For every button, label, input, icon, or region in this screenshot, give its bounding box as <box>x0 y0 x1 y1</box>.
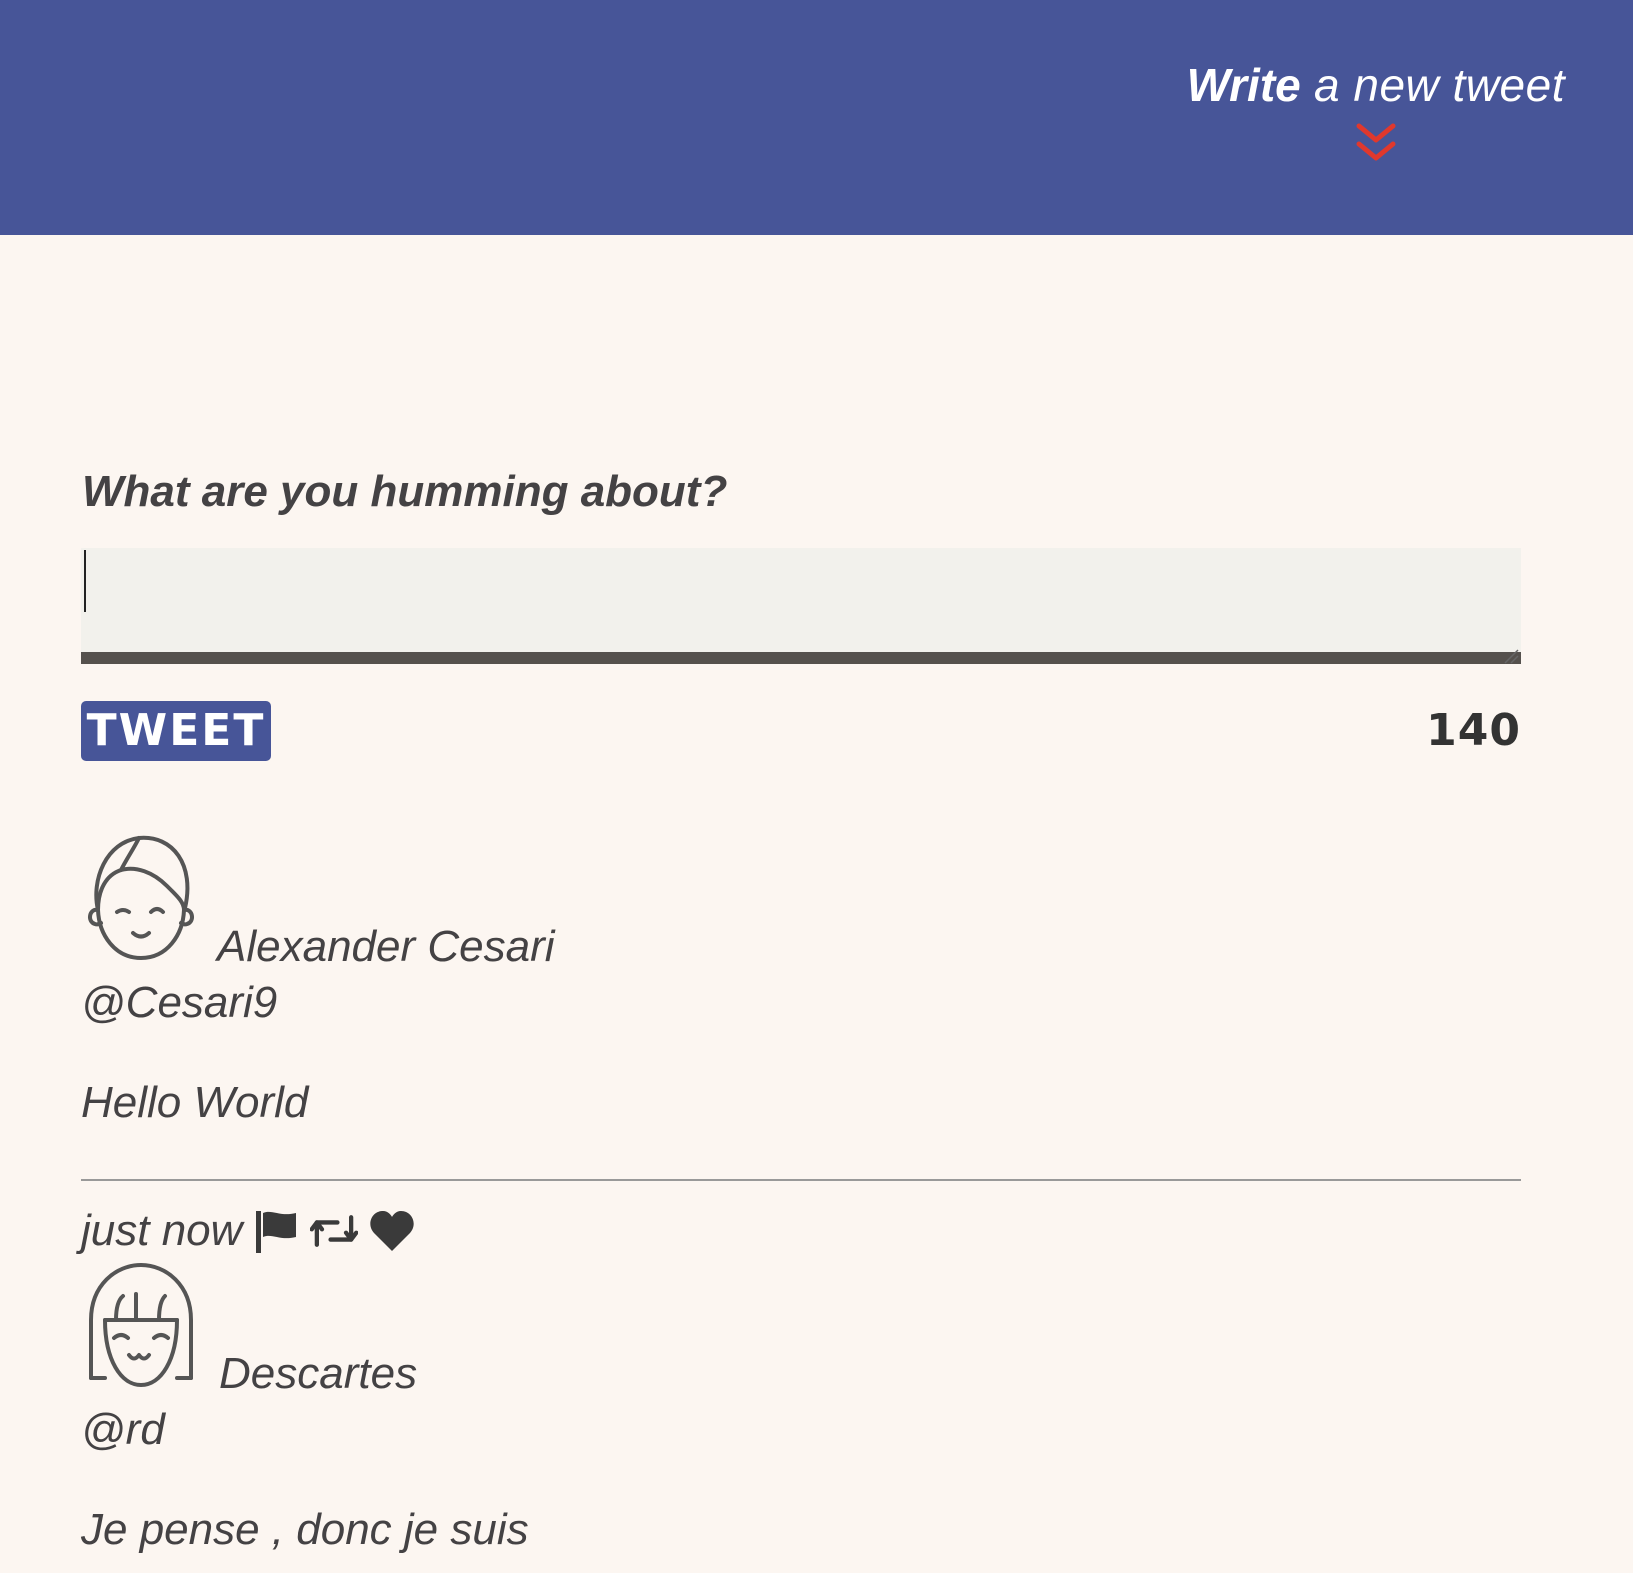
tweet-button[interactable]: TWEET <box>81 701 271 761</box>
tweet-handle[interactable]: @Cesari9 <box>81 978 277 1028</box>
header-bar: Write a new tweet <box>0 0 1633 235</box>
resize-grip-icon[interactable] <box>1503 648 1519 664</box>
tweet-author-name[interactable]: Descartes <box>219 1349 417 1399</box>
write-strong-text: Write <box>1186 59 1301 111</box>
write-new-tweet-toggle[interactable]: Write a new tweet <box>1187 62 1565 166</box>
girl-avatar-icon <box>89 1263 193 1387</box>
heart-icon[interactable] <box>368 1207 416 1255</box>
tweet-item: Alexander Cesari @Cesari9 Hello World ju… <box>81 830 1521 1270</box>
tweet-handle[interactable]: @rd <box>81 1405 165 1455</box>
flag-icon[interactable] <box>252 1207 300 1255</box>
tweet-author-name[interactable]: Alexander Cesari <box>217 922 555 972</box>
tweet-item: Descartes @rd Je pense , donc je suis <box>81 1260 1521 1573</box>
tweet-meta: just now <box>81 1206 416 1256</box>
tweet-divider <box>81 1179 1521 1181</box>
tweet-text: Je pense , donc je suis <box>81 1505 529 1554</box>
write-new-tweet-label: Write a new tweet <box>1187 62 1565 108</box>
boy-avatar-icon <box>88 835 194 960</box>
tweet-text: Hello World <box>81 1078 309 1127</box>
char-counter: 140 <box>1426 705 1521 756</box>
compose-label: What are you humming about? <box>82 467 728 516</box>
text-caret <box>84 550 86 612</box>
tweet-textarea[interactable] <box>81 548 1521 664</box>
tweet-timestamp: just now <box>81 1206 243 1255</box>
write-rest-text: a new tweet <box>1300 59 1565 111</box>
retweet-icon[interactable] <box>310 1207 359 1255</box>
double-chevron-down-icon[interactable] <box>1355 122 1397 166</box>
